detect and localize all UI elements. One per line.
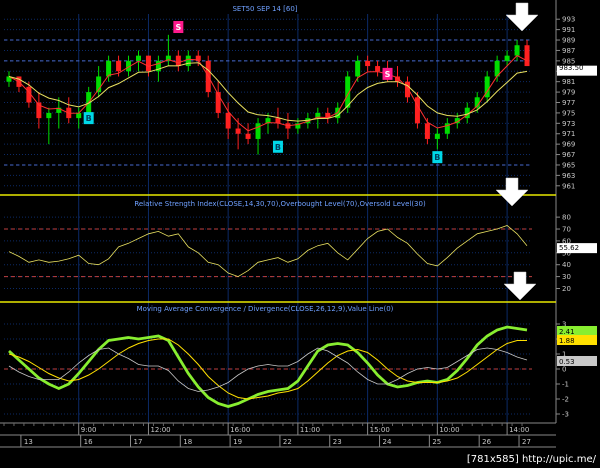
y-tick-label: -1 xyxy=(562,381,569,389)
candle-body xyxy=(434,133,440,139)
candle-body xyxy=(175,55,181,67)
price-last-value-label: 983.50 xyxy=(559,64,584,72)
y-tick-label: 965 xyxy=(562,161,575,169)
signal-label: S xyxy=(385,70,391,79)
y-tick-label: 975 xyxy=(562,109,575,117)
candle-body xyxy=(514,45,520,56)
y-tick-label: 70 xyxy=(562,226,571,234)
x-date-label: 25 xyxy=(432,438,441,446)
candle-body xyxy=(116,60,122,72)
x-time-label: 10:00 xyxy=(439,426,459,434)
candle-body xyxy=(524,45,530,67)
candle-body xyxy=(235,128,241,134)
x-date-label: 26 xyxy=(482,438,491,446)
down-arrow-icon xyxy=(505,2,539,32)
signal-label: B xyxy=(86,114,92,123)
candle-body xyxy=(504,55,510,61)
candle-body xyxy=(135,55,141,61)
down-arrow-icon xyxy=(495,177,529,207)
price-panel-title: SET50 SEP 14 [60] xyxy=(232,5,297,13)
candle-body xyxy=(245,133,251,139)
x-time-label: 11:00 xyxy=(300,426,320,434)
y-tick-label: 963 xyxy=(562,172,575,180)
x-date-label: 27 xyxy=(522,438,531,446)
chart-window: B S B S B 961 963 965 967 969 971 973 975 977 979 981 9… xyxy=(0,0,600,468)
y-tick-label: 969 xyxy=(562,141,575,149)
x-time-label: 9:00 xyxy=(81,426,97,434)
y-tick-label: 971 xyxy=(562,130,575,138)
y-tick-label: 30 xyxy=(562,273,571,281)
y-tick-label: 991 xyxy=(562,26,575,34)
candle-body xyxy=(76,112,82,119)
y-tick-label: 981 xyxy=(562,78,575,86)
signal-label: S xyxy=(175,23,181,32)
x-date-label: 17 xyxy=(133,438,142,446)
x-date-label: 24 xyxy=(383,438,392,446)
y-tick-label: 40 xyxy=(562,261,571,269)
candle-body xyxy=(355,60,361,77)
x-date-label: 22 xyxy=(283,438,292,446)
y-tick-label: 973 xyxy=(562,120,575,128)
y-tick-label: 80 xyxy=(562,214,571,222)
y-tick-label: -3 xyxy=(562,411,569,419)
rsi-line xyxy=(8,225,528,278)
y-tick-label: 993 xyxy=(562,16,575,24)
macd-panel-title: Moving Average Convergence / Divergence(… xyxy=(137,305,394,313)
candle-body xyxy=(414,97,420,124)
candle-body xyxy=(255,123,261,139)
y-tick-label: 977 xyxy=(562,99,575,107)
macd-value-label-2: 1.88 xyxy=(559,337,575,345)
candle-body xyxy=(46,112,52,119)
rsi-panel xyxy=(8,225,528,278)
grid-layer xyxy=(4,14,532,423)
y-tick-label: 20 xyxy=(562,285,571,293)
x-time-label: 14:00 xyxy=(509,426,529,434)
rsi-last-value-label: 55.62 xyxy=(559,244,579,252)
y-tick-label: -2 xyxy=(562,396,569,404)
x-time-label: 12:00 xyxy=(150,426,170,434)
x-date-label: 16 xyxy=(84,438,93,446)
y-tick-label: 0 xyxy=(562,366,566,374)
macd-series-line xyxy=(8,347,528,392)
signal-label: B xyxy=(434,153,440,162)
y-tick-label: 967 xyxy=(562,151,575,159)
candle-body xyxy=(404,81,410,98)
x-time-label: 16:00 xyxy=(230,426,250,434)
candle-body xyxy=(375,66,381,72)
x-date-label: 19 xyxy=(233,438,242,446)
watermark: [781x585] http://upic.me/ xyxy=(467,454,597,465)
macd-value-label-3: 0.53 xyxy=(559,358,575,366)
y-tick-label: 989 xyxy=(562,37,575,45)
x-date-label: 13 xyxy=(24,438,33,446)
y-tick-label: 979 xyxy=(562,89,575,97)
candle-body xyxy=(185,55,191,67)
macd-value-label-1: 2.41 xyxy=(559,328,575,336)
candle-body xyxy=(365,60,371,67)
chart-canvas: B S B S B 961 963 965 967 969 971 973 975 977 979 981 9… xyxy=(0,0,597,465)
y-tick-label: 961 xyxy=(562,182,575,190)
y-tick-label: 987 xyxy=(562,47,575,55)
candle-body xyxy=(225,112,231,129)
rsi-panel-title: Relative Strength Index(CLOSE,14,30,70),… xyxy=(134,200,426,208)
candle-body xyxy=(424,123,430,139)
signal-label: B xyxy=(275,143,281,152)
x-date-label: 18 xyxy=(183,438,192,446)
x-time-label: 15:00 xyxy=(370,426,390,434)
candle-body xyxy=(106,60,112,77)
x-date-label: 23 xyxy=(333,438,342,446)
candle-body xyxy=(145,55,151,72)
